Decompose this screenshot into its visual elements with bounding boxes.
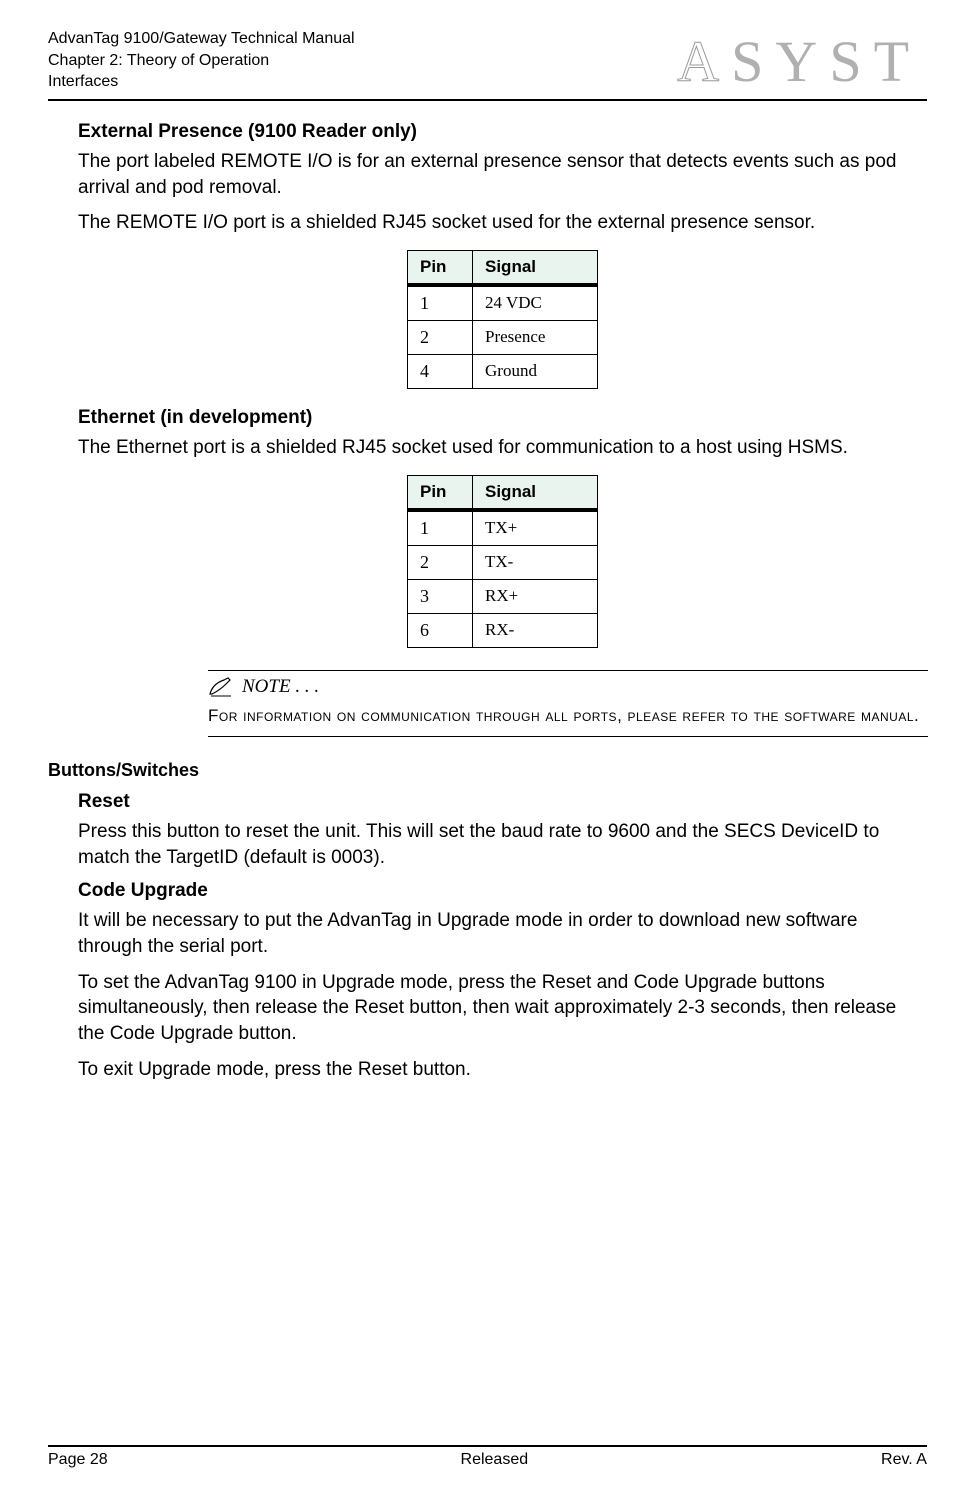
table-row: 1 TX+ [408,510,598,546]
header-text-block: AdvanTag 9100/Gateway Technical Manual C… [48,28,355,93]
heading-code-upgrade: Code Upgrade [78,880,927,902]
code-upgrade-para-2: To set the AdvanTag 9100 in Upgrade mode… [78,970,927,1047]
signal-cell: RX+ [473,579,598,613]
note-body: For information on communication through… [208,702,928,737]
release-status: Released [461,1451,529,1469]
col-header-signal: Signal [473,475,598,510]
doc-section: Interfaces [48,71,355,93]
heading-reset: Reset [78,791,927,813]
table-row: 2 Presence [408,320,598,354]
pin-cell: 1 [408,285,473,321]
signal-cell: TX- [473,545,598,579]
doc-chapter: Chapter 2: Theory of Operation [48,50,355,72]
pin-cell: 2 [408,320,473,354]
revision: Rev. A [881,1451,927,1469]
col-header-pin: Pin [408,250,473,285]
ext-presence-para-1: The port labeled REMOTE I/O is for an ex… [78,149,927,200]
note-bottom-rule [208,736,928,738]
page: AdvanTag 9100/Gateway Technical Manual C… [0,0,975,1497]
writing-hand-icon [208,676,234,698]
heading-external-presence: External Presence (9100 Reader only) [78,121,927,143]
ethernet-pin-table: Pin Signal 1 TX+ 2 TX- 3 RX+ 6 [407,475,598,648]
ext-presence-para-2: The REMOTE I/O port is a shielded RJ45 s… [78,210,927,236]
pin-cell: 1 [408,510,473,546]
page-number: Page 28 [48,1451,108,1469]
pin-cell: 2 [408,545,473,579]
ethernet-para-1: The Ethernet port is a shielded RJ45 soc… [78,435,927,461]
note-label: NOTE . . . [242,676,319,698]
heading-ethernet: Ethernet (in development) [78,407,927,429]
code-upgrade-para-3: To exit Upgrade mode, press the Reset bu… [78,1057,927,1083]
page-footer: Page 28 Released Rev. A [48,1445,927,1469]
note-block: NOTE . . . For information on communicat… [208,670,928,739]
heading-buttons-switches: Buttons/Switches [48,760,927,781]
signal-cell: TX+ [473,510,598,546]
signal-cell: RX- [473,613,598,647]
logo-text: SYST [731,29,921,94]
code-upgrade-para-1: It will be necessary to put the AdvanTag… [78,908,927,959]
col-header-signal: Signal [473,250,598,285]
col-header-pin: Pin [408,475,473,510]
table-row: 2 TX- [408,545,598,579]
remote-io-pin-table: Pin Signal 1 24 VDC 2 Presence 4 Ground [407,250,598,389]
signal-cell: Presence [473,320,598,354]
pin-cell: 6 [408,613,473,647]
page-header: AdvanTag 9100/Gateway Technical Manual C… [48,28,927,101]
doc-title: AdvanTag 9100/Gateway Technical Manual [48,28,355,50]
content-area: External Presence (9100 Reader only) The… [48,101,927,1082]
brand-logo: ASYST [677,28,927,95]
pin-cell: 3 [408,579,473,613]
table-row: 1 24 VDC [408,285,598,321]
table-row: 4 Ground [408,354,598,388]
table-row: 3 RX+ [408,579,598,613]
signal-cell: 24 VDC [473,285,598,321]
pin-cell: 4 [408,354,473,388]
note-title-row: NOTE . . . [208,672,928,702]
reset-para: Press this button to reset the unit. Thi… [78,819,927,870]
table-row: 6 RX- [408,613,598,647]
signal-cell: Ground [473,354,598,388]
logo-a-glyph: A [677,29,731,94]
